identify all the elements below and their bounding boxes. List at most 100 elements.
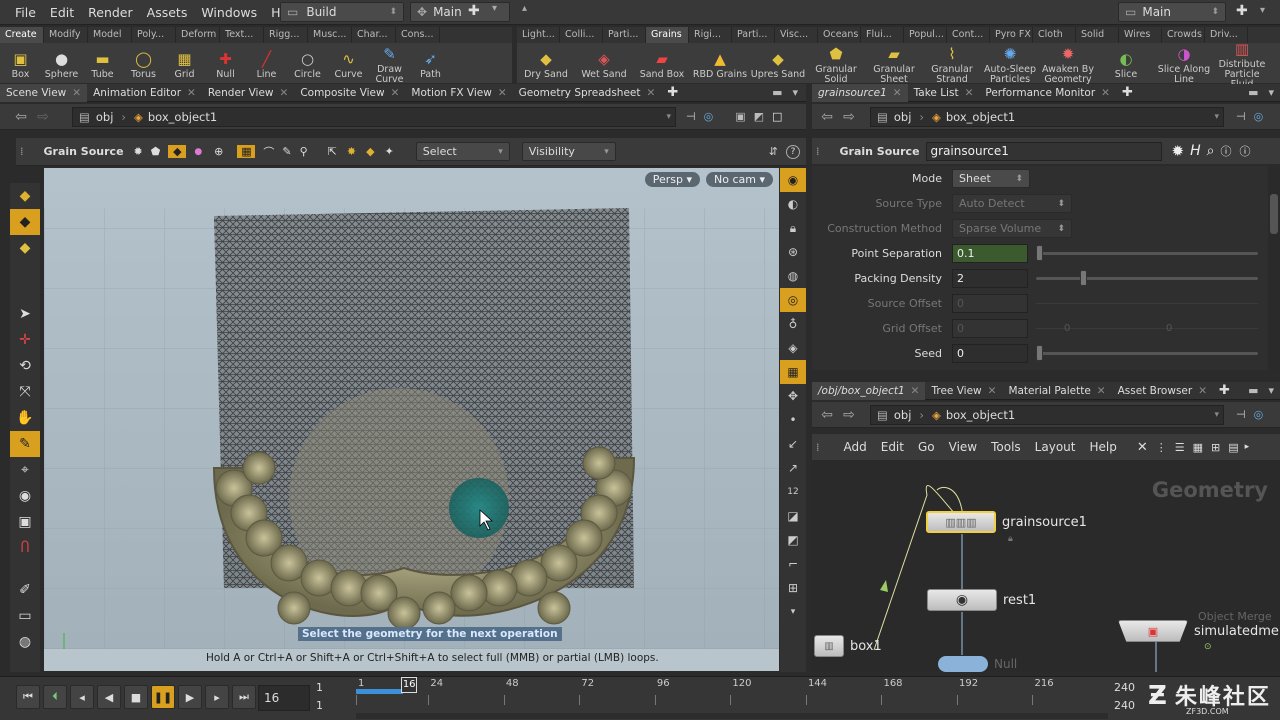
tool-distribute-fluid[interactable]: ▥Distribute Particle Fluid — [1213, 37, 1271, 90]
transform-tool-icon[interactable]: ✛ — [10, 327, 40, 353]
step-forward-icon[interactable]: ▸ — [205, 685, 229, 709]
close-icon[interactable]: ✕ — [988, 385, 997, 397]
node-rest1[interactable]: ◉ rest1 — [927, 589, 1036, 611]
point-icon[interactable]: • — [780, 408, 806, 432]
select-dropdown[interactable]: Select ▾ — [415, 142, 510, 161]
parm-field[interactable]: 0.1 — [952, 244, 1028, 263]
uv-icon[interactable]: ⌐ — [780, 552, 806, 576]
pin-icon[interactable]: ⊣ — [1236, 110, 1246, 123]
select-connected-icon[interactable]: ◆ — [366, 145, 374, 158]
path-segment-object[interactable]: box_object1 — [148, 110, 217, 124]
rotate-icon[interactable]: ⟲ — [10, 353, 40, 379]
grain-source-tool-icon[interactable]: ✎ — [10, 431, 40, 457]
menu-file[interactable]: File — [8, 0, 43, 25]
network-menu-layout[interactable]: Layout — [1035, 440, 1076, 454]
play-icon[interactable]: ▶ — [178, 685, 202, 709]
lock-icon[interactable]: 🔒︎ — [780, 216, 806, 240]
close-icon[interactable]: ✕ — [647, 87, 656, 99]
visibility-dropdown[interactable]: Visibility ▾ — [521, 142, 616, 161]
shelf-tab[interactable]: Model — [88, 27, 132, 43]
forward-arrow-icon[interactable]: ⇨ — [838, 109, 860, 125]
strip-menu-icon[interactable]: ▾ — [780, 600, 806, 624]
node-name-field[interactable]: grainsource1 — [925, 141, 1162, 161]
close-icon[interactable]: ✕ — [965, 87, 974, 99]
node-body[interactable]: ▥ — [814, 635, 844, 657]
tool-slice[interactable]: ◐ Slice — [1097, 47, 1155, 80]
shelf-tab[interactable]: Grains — [646, 27, 689, 43]
pane-tab[interactable]: /obj/box_object1 ✕ — [812, 381, 926, 400]
link-icon[interactable]: ◎ — [1254, 408, 1264, 421]
parm-menu[interactable]: Auto Detect ⬍ — [952, 194, 1072, 213]
tool-rbd-grains[interactable]: ▲ RBD Grains — [691, 47, 749, 80]
add-tab-icon[interactable]: ✚ — [667, 85, 678, 100]
path-segment-obj[interactable]: obj — [96, 110, 114, 124]
node-object-merge[interactable]: ▣ simulatedme — [1118, 620, 1279, 642]
forward-arrow-icon[interactable]: ⇨ — [32, 109, 54, 125]
tool-awaken[interactable]: ✹ Awaken By Geometry — [1039, 42, 1097, 85]
eye-icon[interactable]: ◉ — [780, 168, 806, 192]
path-segment-object[interactable]: box_object1 — [946, 408, 1015, 422]
tool-granular-sheet[interactable]: ▰ Granular Sheet — [865, 42, 923, 85]
menu-render[interactable]: Render — [81, 0, 140, 25]
shelf-tab[interactable]: Light... — [517, 27, 560, 43]
path-field[interactable]: ▤ obj › ◈ box_object1 ▾ — [72, 106, 676, 127]
particle-icon[interactable]: ✥ — [780, 384, 806, 408]
viewport-canvas[interactable] — [44, 168, 779, 671]
close-icon[interactable]: ✕ — [280, 87, 289, 99]
scale-icon[interactable]: ⤧ — [10, 379, 40, 405]
view-tool-icon[interactable]: ⌖ — [10, 457, 40, 483]
tool-sand-box[interactable]: ▰ Sand Box — [633, 47, 691, 80]
snap-icon[interactable]: ⊛ — [780, 240, 806, 264]
persp-menu[interactable]: Persp ▾ — [644, 172, 700, 187]
close-icon[interactable]: ✕ — [1198, 385, 1207, 397]
path-segment-obj[interactable]: obj — [894, 408, 912, 422]
laser-icon[interactable]: ⚲ — [300, 145, 308, 158]
wire-icon[interactable]: ◩ — [780, 528, 806, 552]
tool-curve[interactable]: ∿ Curve — [328, 47, 369, 80]
pane-tab[interactable]: Tree View ✕ — [925, 382, 1002, 400]
jump-end-icon[interactable]: ⏭ — [232, 685, 256, 709]
node-body[interactable]: ◉ — [927, 589, 997, 611]
close-icon[interactable]: ✕ — [391, 87, 400, 99]
timeline-scrollbar[interactable] — [356, 713, 1108, 719]
network-path-field[interactable]: ▤ obj › ◈ box_object1 ▾ — [870, 404, 1224, 425]
play-reverse-icon[interactable]: ◀ — [97, 685, 121, 709]
parm-menu[interactable]: Sparse Volume ⬍ — [952, 219, 1072, 238]
pane-tab[interactable]: Take List ✕ — [908, 84, 980, 102]
tool-draw-curve[interactable]: ✎ Draw Curve — [369, 42, 410, 85]
box-select-icon[interactable]: ▦ — [237, 145, 256, 158]
close-icon[interactable]: ✕ — [498, 87, 507, 99]
network-menu-tools[interactable]: Tools — [991, 440, 1021, 454]
pin-icon[interactable]: ⊣ — [1236, 408, 1246, 421]
shelf-tab[interactable]: Create — [0, 27, 44, 43]
tool-upres-sand[interactable]: ◆ Upres Sand — [749, 47, 807, 80]
display-options-icon[interactable]: ▣ — [735, 110, 745, 123]
tool-line[interactable]: ╱ Line — [246, 47, 287, 80]
select-groups-icon[interactable]: ✸ — [347, 145, 356, 158]
normal-icon[interactable]: ↗ — [780, 456, 806, 480]
pane-tab[interactable]: Animation Editor ✕ — [87, 84, 202, 102]
frame-ruler[interactable]: 16 1 24 48 72 96 120 144 168 192 216 — [356, 677, 1108, 711]
tool-box[interactable]: ▣ Box — [0, 47, 41, 80]
shelf-menu-icon[interactable]: ▴ — [522, 3, 527, 14]
slider-knob[interactable] — [1036, 345, 1043, 361]
forward-arrow-icon[interactable]: ⇨ — [838, 407, 860, 423]
select-all-icon[interactable]: ✦ — [385, 145, 394, 158]
snap-icon[interactable]: ✹ — [134, 145, 143, 158]
select-visible-icon[interactable]: ⇱ — [328, 145, 337, 158]
tool-circle[interactable]: ○ Circle — [287, 47, 328, 80]
close-icon[interactable]: ✕ — [72, 87, 81, 99]
network-menu-help[interactable]: Help — [1089, 440, 1116, 454]
tool-granular-strand[interactable]: ⌇ Granular Strand — [923, 42, 981, 85]
add-pane-icon[interactable]: ✚ — [1236, 3, 1248, 19]
tile-view-icon[interactable]: ⊞ — [1211, 441, 1220, 454]
pane-tab[interactable]: Motion FX View ✕ — [405, 84, 512, 102]
grid-icon[interactable]: ▦ — [780, 360, 806, 384]
playhead[interactable]: 16 — [401, 677, 418, 693]
scene-viewport[interactable]: Persp ▾ No cam ▾ Select the geometry for… — [44, 168, 779, 671]
network-menu-view[interactable]: View — [949, 440, 977, 454]
cam-menu[interactable]: No cam ▾ — [706, 172, 773, 187]
help-h-icon[interactable]: H — [1190, 143, 1201, 159]
handle-tool-icon[interactable]: ◆ — [10, 183, 40, 209]
pause-icon[interactable]: ❚❚ — [151, 685, 175, 709]
